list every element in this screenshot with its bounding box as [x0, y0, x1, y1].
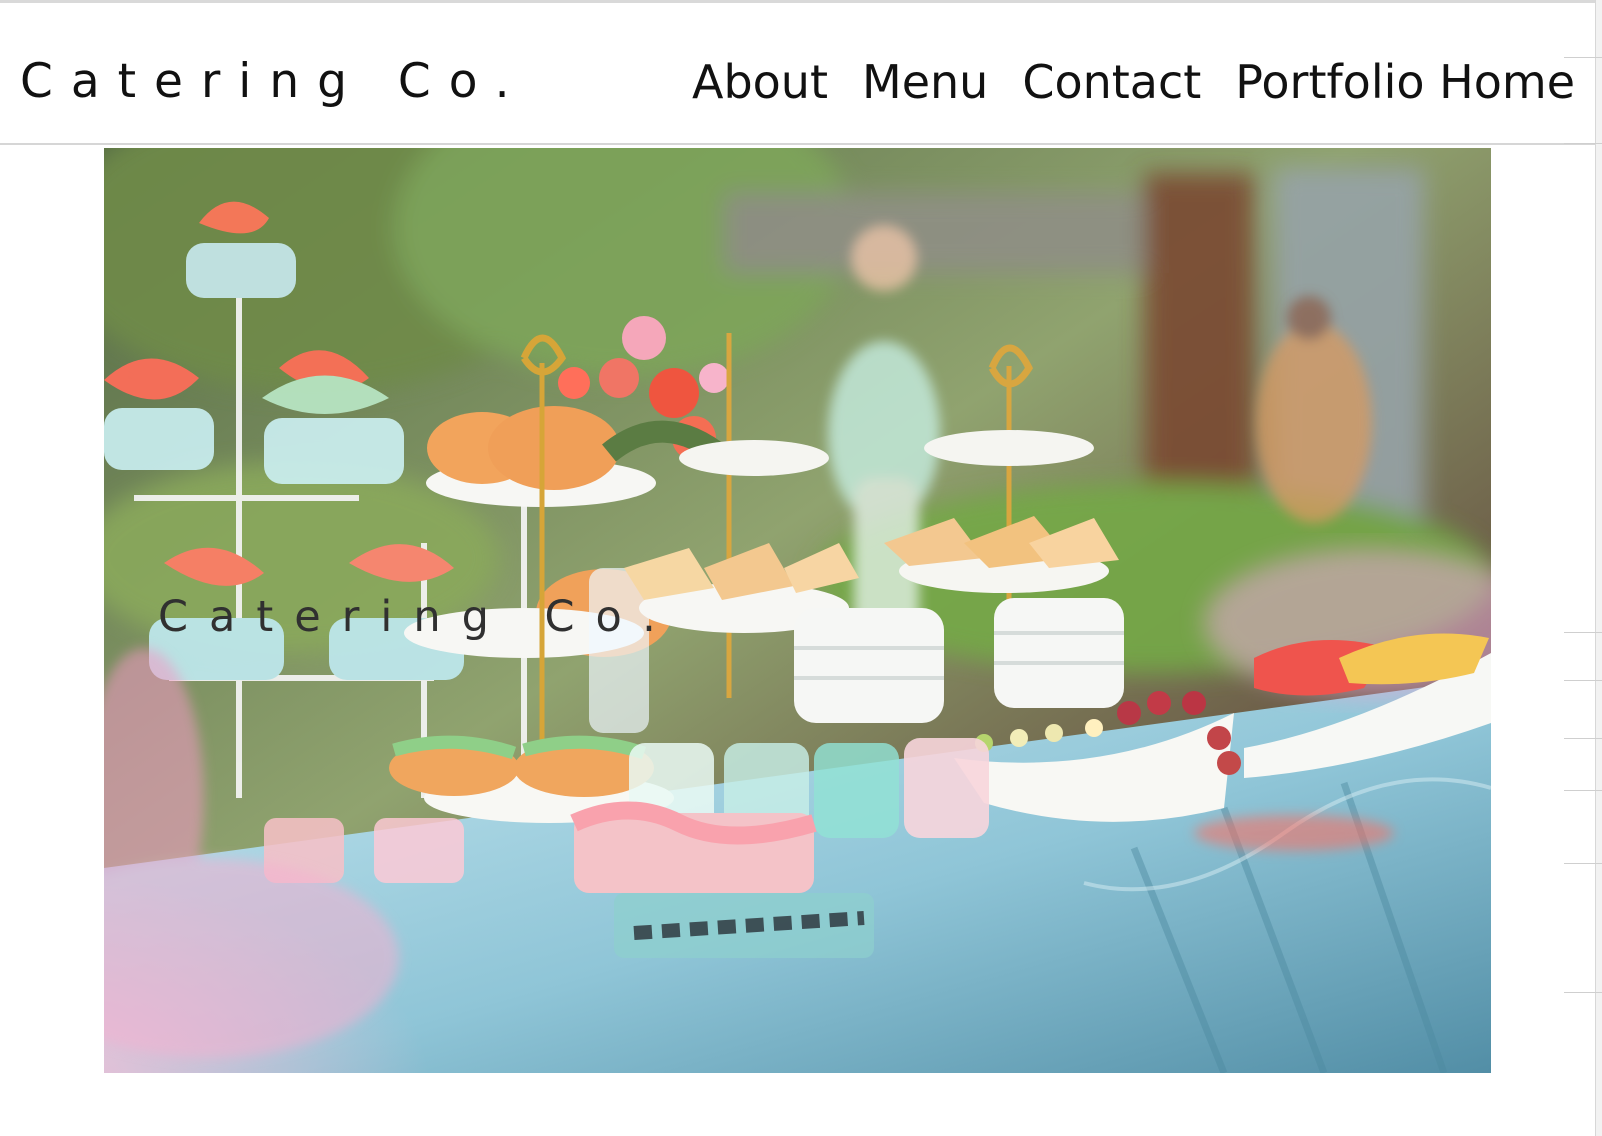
nav-contact-link[interactable]: Contact [1022, 53, 1201, 111]
edge-line [1564, 738, 1602, 739]
edge-line [1564, 790, 1602, 791]
edge-line [1564, 57, 1602, 58]
hero-image-section: Catering Co. [104, 148, 1491, 1073]
main-navigation: About Menu Contact Portfolio Home [692, 53, 1575, 111]
hero-overlay-brand: Catering Co. [158, 592, 677, 642]
edge-line [1564, 632, 1602, 633]
catering-portfolio-page: Catering Co. About Menu Contact Portfoli… [0, 0, 1602, 1136]
edge-line [1564, 143, 1602, 144]
site-brand[interactable]: Catering Co. [20, 53, 528, 111]
nav-portfolio-home-link[interactable]: Portfolio Home [1235, 53, 1575, 111]
edge-line [1564, 680, 1602, 681]
nav-about-link[interactable]: About [692, 53, 828, 111]
site-header: Catering Co. About Menu Contact Portfoli… [0, 0, 1597, 145]
scrollbar-track[interactable] [1595, 0, 1602, 1136]
edge-line [1564, 992, 1602, 993]
edge-line [1564, 863, 1602, 864]
nav-menu-link[interactable]: Menu [862, 53, 988, 111]
